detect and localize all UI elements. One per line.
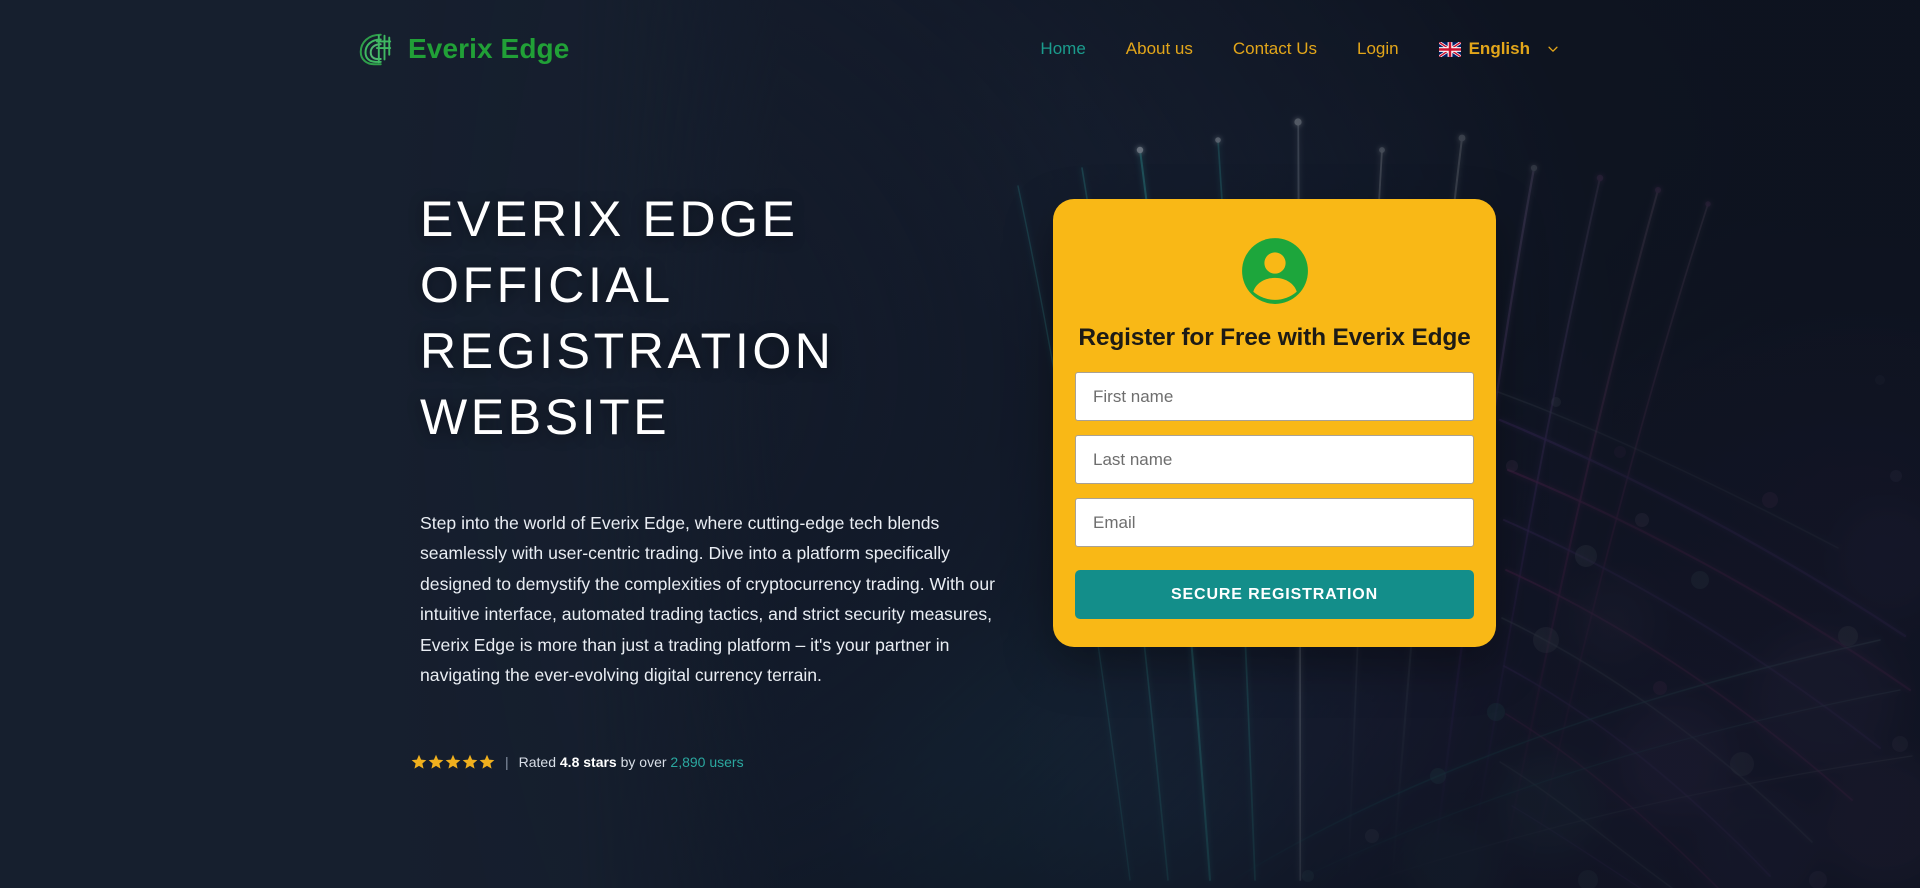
first-name-input[interactable] [1075,372,1474,421]
email-input[interactable] [1075,498,1474,547]
registration-card: Register for Free with Everix Edge SECUR… [1053,199,1496,647]
card-title: Register for Free with Everix Edge [1078,324,1471,351]
nav-item-contact-us[interactable]: Contact Us [1213,31,1337,67]
rating-text: Rated 4.8 stars by over 2,890 users [519,754,744,770]
nav-item-login[interactable]: Login [1337,31,1419,67]
rating-middle: by over [616,754,671,770]
last-name-input[interactable] [1075,435,1474,484]
site-header: Everix Edge Home About us Contact Us Log… [0,0,1920,98]
main-navigation: Home About us Contact Us Login English [1020,31,1564,67]
star-icon [428,754,444,769]
nav-item-home[interactable]: Home [1020,31,1105,67]
secure-registration-button[interactable]: SECURE REGISTRATION [1075,570,1474,619]
language-label: English [1468,39,1530,58]
rating-score: 4.8 stars [559,754,617,770]
hero-paragraph: Step into the world of Everix Edge, wher… [420,513,995,686]
nav-item-about-us[interactable]: About us [1106,31,1213,67]
chevron-down-icon [1548,46,1558,52]
rating-separator: | [505,754,509,770]
hero-section: EVERIX EDGE OFFICIAL REGISTRATION WEBSIT… [0,0,1920,888]
everix-arc-grid-logo-icon [359,33,392,66]
uk-flag-icon [1438,41,1461,57]
rating-users-count: 2,890 users [670,754,744,770]
star-icon [445,754,461,769]
brand-logo[interactable]: Everix Edge [356,30,569,68]
rating-prefix: Rated [518,754,560,770]
hero-copy: EVERIX EDGE OFFICIAL REGISTRATION WEBSIT… [420,186,1040,691]
page-title: EVERIX EDGE OFFICIAL REGISTRATION WEBSIT… [420,191,835,445]
star-icon [462,754,478,769]
user-avatar-icon [1241,238,1308,304]
avatar-wrapper [1075,237,1474,305]
star-icon [411,754,427,769]
star-rating [411,754,495,770]
rating-row: | Rated 4.8 stars by over 2,890 users [411,754,744,770]
language-selector[interactable]: English [1419,31,1564,67]
brand-name: Everix Edge [408,33,570,64]
registration-form: SECURE REGISTRATION [1075,372,1474,619]
star-icon [479,754,495,769]
